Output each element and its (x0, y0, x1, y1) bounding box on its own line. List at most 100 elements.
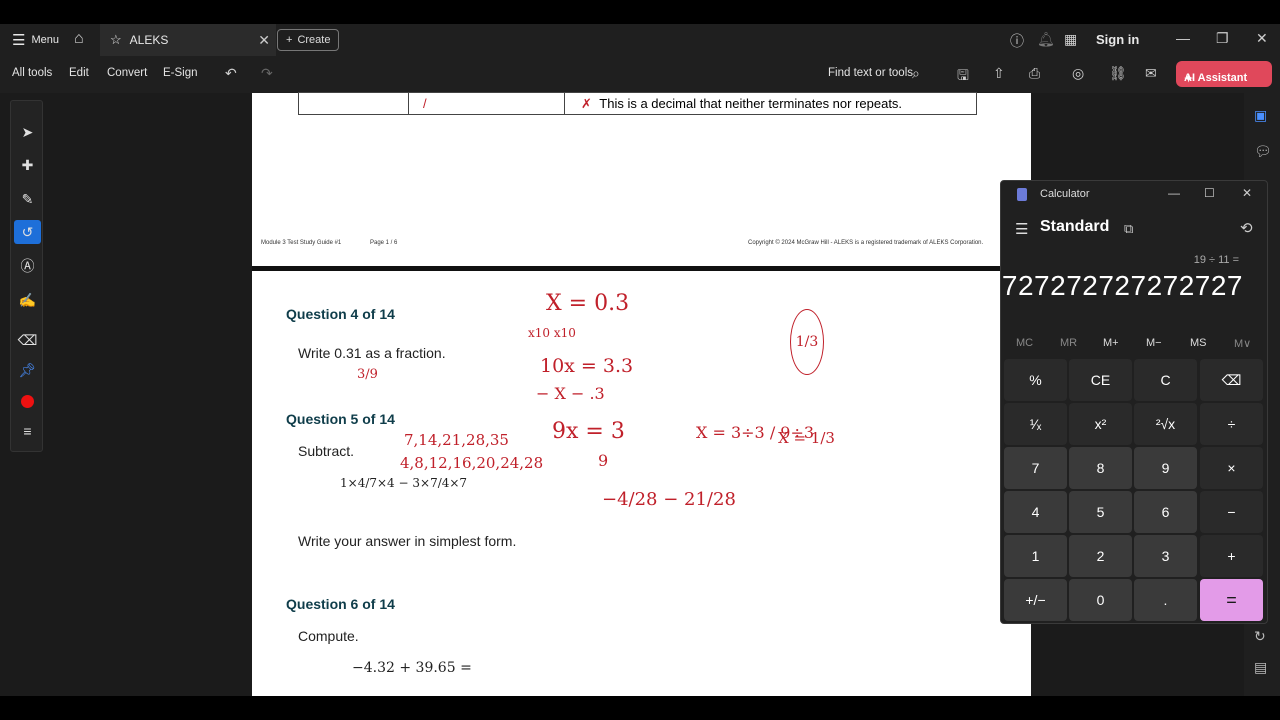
left-tool-rail: ➤ ✚ ✎ ↺ Ⓐ ✍ ⌫ 📌︎ ≡ (10, 100, 43, 452)
reciprocal-button[interactable]: ¹⁄ₓ (1004, 403, 1067, 445)
plus-button[interactable]: + (1200, 535, 1263, 577)
pin-tool-icon[interactable]: 📌︎ (11, 358, 44, 382)
ink-subtraction: −4/28 − 21/28 (602, 489, 736, 510)
history-icon[interactable]: ⟲ (1240, 219, 1253, 237)
question-6-expression: −4.32 + 39.65 = (352, 660, 472, 676)
sign-in-button[interactable]: Sign in (1096, 32, 1139, 47)
pen-tool-icon[interactable]: ✎ (11, 187, 44, 211)
sign-tool-icon[interactable]: ✍ (11, 288, 44, 312)
digit-4-button[interactable]: 4 (1004, 491, 1067, 533)
ai-assistant-button[interactable]: ✦ AI Assistant (1176, 61, 1272, 87)
save-icon[interactable]: 🖫 (957, 65, 969, 89)
calc-maximize-icon[interactable]: ☐ (1204, 186, 1215, 200)
calculator-title: Calculator (1040, 188, 1090, 200)
print-icon[interactable]: ⎙ (1029, 65, 1040, 82)
keep-on-top-icon[interactable]: ⧉ (1124, 221, 1133, 237)
create-button[interactable]: + Create (277, 29, 340, 51)
digit-1-button[interactable]: 1 (1004, 535, 1067, 577)
edit-menu[interactable]: Edit (69, 67, 89, 79)
equals-button[interactable]: = (1200, 579, 1263, 621)
digit-2-button[interactable]: 2 (1069, 535, 1132, 577)
ink-line-1: X = 0.3 (546, 291, 630, 316)
x-mark-icon: ✗ (581, 95, 592, 111)
ink-circled-answer: 1/3 (790, 309, 824, 375)
calc-close-icon[interactable]: ✕ (1242, 186, 1252, 200)
calc-minimize-icon[interactable]: — (1168, 186, 1180, 200)
refresh-icon[interactable]: ↻ (1254, 628, 1266, 645)
digit-9-button[interactable]: 9 (1134, 447, 1197, 489)
search-doc-icon[interactable]: ◎ (1072, 65, 1084, 82)
ink-line-5: 9x = 3 (552, 419, 625, 444)
table-cell-text: This is a decimal that neither terminate… (599, 95, 903, 111)
pdf-page-2: Question 4 of 14 Write 0.31 as a fractio… (252, 271, 1031, 696)
bottom-bar (0, 696, 1280, 720)
decimal-button[interactable]: . (1134, 579, 1197, 621)
color-picker-icon[interactable] (11, 389, 44, 413)
square-button[interactable]: x² (1069, 403, 1132, 445)
star-icon[interactable]: ☆ (110, 32, 122, 48)
more-tools-icon[interactable]: ≡ (11, 419, 44, 443)
organize-icon[interactable]: ▣ (1254, 107, 1267, 124)
tab-aleks[interactable]: ☆ ALEKS ✕ (100, 24, 276, 56)
create-label: Create (297, 34, 331, 46)
minus-button[interactable]: − (1200, 491, 1263, 533)
link-icon[interactable]: ⛓ (1109, 65, 1127, 82)
clear-entry-button[interactable]: CE (1069, 359, 1132, 401)
help-icon[interactable]: ⓘ (1010, 31, 1024, 51)
bell-icon[interactable]: 🔔︎ (1037, 31, 1055, 48)
main-toolbar: All tools Edit Convert E-Sign ↶ ↷ Find t… (0, 56, 1280, 93)
clear-button[interactable]: C (1134, 359, 1197, 401)
esign-menu[interactable]: E-Sign (163, 67, 198, 79)
plus-icon: + (286, 34, 293, 46)
digit-8-button[interactable]: 8 (1069, 447, 1132, 489)
home-icon[interactable]: ⌂ (74, 30, 84, 48)
calculator-display: 1.727272727272727 (977, 270, 1243, 301)
close-window-icon[interactable]: ✕ (1256, 30, 1268, 47)
find-tools-input[interactable]: Find text or tools (828, 67, 913, 79)
question-6-title: Question 6 of 14 (286, 596, 395, 612)
digit-3-button[interactable]: 3 (1134, 535, 1197, 577)
multiply-button[interactable]: × (1200, 447, 1263, 489)
memory-add-button[interactable]: M+ (1103, 337, 1119, 349)
lasso-tool-icon[interactable]: ↺ (14, 220, 41, 244)
question-4-text: Write 0.31 as a fraction. (298, 345, 446, 361)
properties-icon[interactable]: ▤ (1254, 659, 1267, 676)
comment-tool-icon[interactable]: ✚ (11, 153, 44, 177)
percent-button[interactable]: % (1004, 359, 1067, 401)
square-root-button[interactable]: ²√x (1134, 403, 1197, 445)
ai-label: AI Assistant (1184, 72, 1248, 84)
digit-7-button[interactable]: 7 (1004, 447, 1067, 489)
eraser-tool-icon[interactable]: ⌫ (11, 328, 44, 352)
digit-0-button[interactable]: 0 (1069, 579, 1132, 621)
backspace-button[interactable]: ⌫ (1200, 359, 1263, 401)
restore-icon[interactable]: ❐ (1216, 30, 1229, 47)
text-tool-icon[interactable]: Ⓐ (11, 254, 44, 278)
memory-subtract-button[interactable]: M− (1146, 337, 1162, 349)
divide-button[interactable]: ÷ (1200, 403, 1263, 445)
menu-button[interactable]: ☰ Menu (12, 24, 59, 56)
question-5-text: Subtract. (298, 443, 355, 459)
answer-table: / ✗ This is a decimal that neither termi… (298, 92, 977, 115)
calc-menu-icon[interactable]: ☰ (1015, 220, 1028, 238)
negate-button[interactable]: +/− (1004, 579, 1067, 621)
calculator-mode: Standard (1040, 218, 1110, 235)
comments-icon[interactable]: 💬︎ (1254, 143, 1272, 160)
digit-5-button[interactable]: 5 (1069, 491, 1132, 533)
ink-answer-q4: 3/9 (357, 367, 378, 382)
convert-menu[interactable]: Convert (107, 67, 147, 79)
memory-clear-button[interactable]: MC (1016, 337, 1033, 349)
search-icon[interactable]: ⌕ (912, 65, 920, 82)
memory-recall-button[interactable]: MR (1060, 337, 1077, 349)
all-tools-menu[interactable]: All tools (12, 67, 52, 79)
redo-icon[interactable]: ↷ (261, 65, 273, 82)
undo-icon[interactable]: ↶ (225, 65, 237, 82)
minimize-icon[interactable]: — (1176, 30, 1190, 46)
memory-list-button[interactable]: M∨ (1234, 337, 1251, 350)
select-tool-icon[interactable]: ➤ (11, 120, 44, 144)
memory-store-button[interactable]: MS (1190, 337, 1207, 349)
apps-icon[interactable]: ▦ (1064, 31, 1077, 48)
digit-6-button[interactable]: 6 (1134, 491, 1197, 533)
close-tab-icon[interactable]: ✕ (258, 32, 270, 49)
upload-icon[interactable]: ⇧ (993, 65, 1005, 82)
mail-icon[interactable]: ✉ (1145, 65, 1157, 82)
